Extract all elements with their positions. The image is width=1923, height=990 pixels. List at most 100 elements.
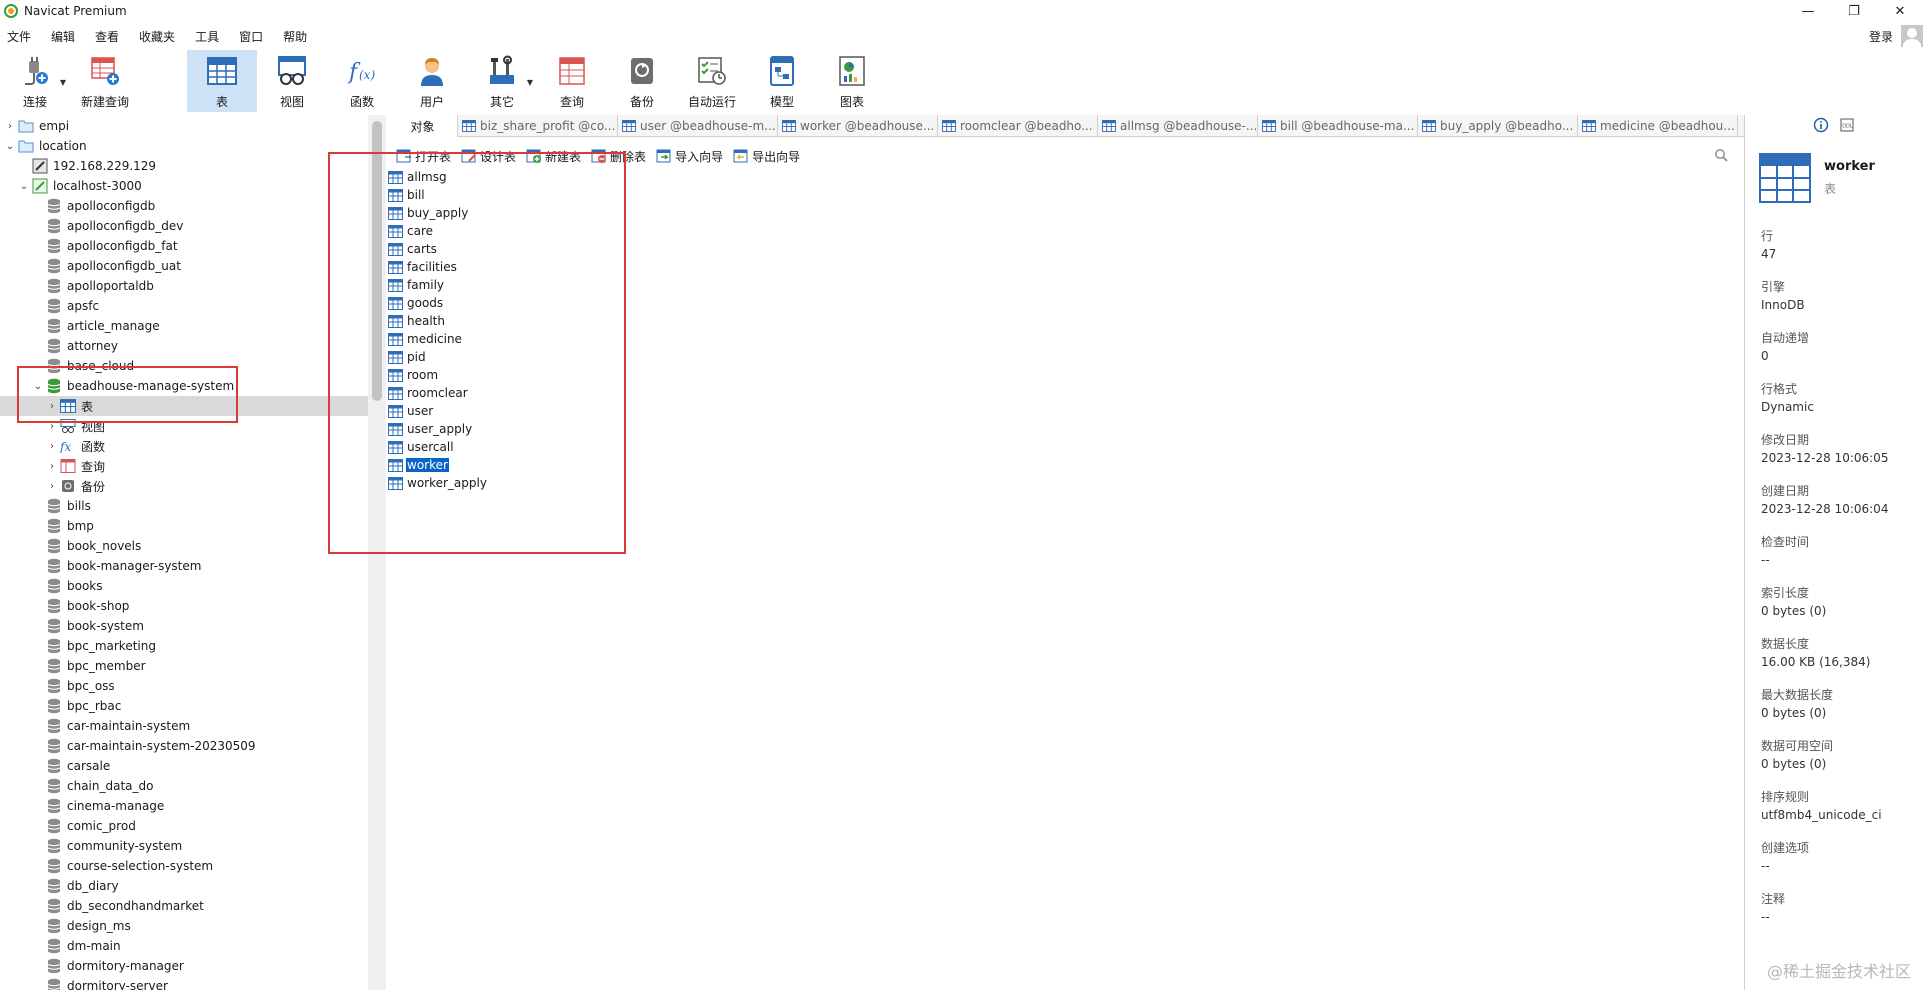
tab-table[interactable]: biz_share_profit @co... bbox=[458, 115, 618, 137]
tree-node[interactable]: apolloconfigdb bbox=[0, 196, 368, 216]
tree-node-label: books bbox=[67, 579, 103, 593]
tab-table[interactable]: worker @beadhouse... bbox=[778, 115, 938, 137]
tree-node[interactable]: carsale bbox=[0, 756, 368, 776]
tree-node[interactable]: apolloportaldb bbox=[0, 276, 368, 296]
tree-node[interactable]: ⌄ localhost-3000 bbox=[0, 176, 368, 196]
tree-node[interactable]: apolloconfigdb_fat bbox=[0, 236, 368, 256]
toolbar-button-label: 视图 bbox=[279, 95, 304, 109]
tree-expander-icon[interactable]: ⌄ bbox=[4, 141, 16, 152]
tab-table[interactable]: medicine @beadhou... bbox=[1578, 115, 1738, 137]
toolbar-button-function[interactable]: f (x) 函数 bbox=[327, 50, 397, 112]
tree-node[interactable]: design_ms bbox=[0, 916, 368, 936]
dropdown-arrow-icon[interactable]: ▼ bbox=[60, 78, 66, 87]
tree-node[interactable]: apolloconfigdb_uat bbox=[0, 256, 368, 276]
toolbar-button-label: 模型 bbox=[769, 95, 794, 109]
info-icon[interactable] bbox=[1813, 117, 1829, 136]
tab-table[interactable]: buy_apply @beadho... bbox=[1418, 115, 1578, 137]
export-wizard-button[interactable]: 导出向导 bbox=[729, 148, 806, 165]
tree-node[interactable]: dormitory-server bbox=[0, 976, 368, 990]
tree-node[interactable]: dormitory-manager bbox=[0, 956, 368, 976]
tree-node[interactable]: dm-main bbox=[0, 936, 368, 956]
tree-node[interactable]: car-maintain-system bbox=[0, 716, 368, 736]
info-fields: 行 47 引擎 InnoDB 自动递增 0 行格式 Dynamic 修改日期 2023-12-28… bbox=[1761, 227, 1888, 941]
toolbar-button-autorun[interactable]: 自动运行 bbox=[677, 50, 747, 112]
window-controls: — ❐ ✕ bbox=[1785, 0, 1923, 22]
tab-table[interactable]: roomclear @beadho... bbox=[938, 115, 1098, 137]
tree-node[interactable]: book_novels bbox=[0, 536, 368, 556]
toolbar-button-query[interactable]: 查询 bbox=[537, 50, 607, 112]
toolbar-button-user[interactable]: 用户 bbox=[397, 50, 467, 112]
tree-expander-icon[interactable]: › bbox=[46, 441, 58, 452]
tree-node[interactable]: db_secondhandmarket bbox=[0, 896, 368, 916]
ddl-icon[interactable]: DDL bbox=[1839, 117, 1855, 136]
tab-table[interactable]: user @beadhouse-m... bbox=[618, 115, 778, 137]
tree-node[interactable]: ⌄ location bbox=[0, 136, 368, 156]
toolbar-button-view[interactable]: 视图 bbox=[257, 50, 327, 112]
login-label[interactable]: 登录 bbox=[1869, 28, 1893, 45]
tab-label: user @beadhouse-m... bbox=[640, 119, 776, 133]
toolbar-button-new-query[interactable]: 新建查询 bbox=[70, 50, 140, 112]
db-icon bbox=[46, 958, 62, 974]
tree-node[interactable]: cinema-manage bbox=[0, 796, 368, 816]
login-area[interactable]: 登录 bbox=[1869, 25, 1923, 47]
menu-item[interactable]: 帮助 bbox=[276, 28, 320, 45]
tree-node[interactable]: apsfc bbox=[0, 296, 368, 316]
tree-node[interactable]: › 查询 bbox=[0, 456, 368, 476]
tree-node[interactable]: book-shop bbox=[0, 596, 368, 616]
search-icon[interactable] bbox=[1714, 148, 1728, 165]
tree-node[interactable]: 192.168.229.129 bbox=[0, 156, 368, 176]
tree-node[interactable]: course-selection-system bbox=[0, 856, 368, 876]
tree-node[interactable]: car-maintain-system-20230509 bbox=[0, 736, 368, 756]
import-wizard-button[interactable]: 导入向导 bbox=[652, 148, 729, 165]
tree-node[interactable]: › 备份 bbox=[0, 476, 368, 496]
close-button[interactable]: ✕ bbox=[1877, 0, 1923, 22]
tab-table[interactable]: bill @beadhouse-ma... bbox=[1258, 115, 1418, 137]
tree-node[interactable]: bpc_member bbox=[0, 656, 368, 676]
toolbar-button-chart[interactable]: 图表 bbox=[817, 50, 887, 112]
restore-button[interactable]: ❐ bbox=[1831, 0, 1877, 22]
menu-item[interactable]: 窗口 bbox=[232, 28, 276, 45]
tree-node[interactable]: › empi bbox=[0, 116, 368, 136]
minimize-button[interactable]: — bbox=[1785, 0, 1831, 22]
menu-item[interactable]: 编辑 bbox=[44, 28, 88, 45]
svg-text:(x): (x) bbox=[359, 68, 375, 82]
tree-node[interactable]: bmp bbox=[0, 516, 368, 536]
tree-expander-icon[interactable]: › bbox=[4, 121, 16, 132]
tab-table[interactable]: allmsg @beadhouse-... bbox=[1098, 115, 1258, 137]
tree-expander-icon[interactable]: › bbox=[46, 481, 58, 492]
tab-label: bill @beadhouse-ma... bbox=[1280, 119, 1415, 133]
tree-expander-icon[interactable]: › bbox=[46, 461, 58, 472]
table-icon bbox=[782, 120, 796, 132]
toolbar-button-label: 自动运行 bbox=[687, 95, 736, 109]
tab-objects[interactable]: 对象 bbox=[388, 115, 458, 137]
tree-node[interactable]: bpc_oss bbox=[0, 676, 368, 696]
dropdown-arrow-icon[interactable]: ▼ bbox=[527, 78, 533, 87]
tree-node[interactable]: books bbox=[0, 576, 368, 596]
menu-item[interactable]: 工具 bbox=[188, 28, 232, 45]
info-field: 最大数据长度 0 bytes (0) bbox=[1761, 686, 1888, 737]
menu-item[interactable]: 文件 bbox=[0, 28, 44, 45]
tree-node[interactable]: book-manager-system bbox=[0, 556, 368, 576]
menu-item[interactable]: 收藏夹 bbox=[132, 28, 188, 45]
tree-node[interactable]: bills bbox=[0, 496, 368, 516]
avatar[interactable] bbox=[1901, 25, 1923, 47]
tree-node[interactable]: bpc_rbac bbox=[0, 696, 368, 716]
tree-node[interactable]: article_manage bbox=[0, 316, 368, 336]
tree-node[interactable]: comic_prod bbox=[0, 816, 368, 836]
toolbar-button-model[interactable]: 模型 bbox=[747, 50, 817, 112]
toolbar-button-tools[interactable]: 其它 ▼ bbox=[467, 50, 537, 112]
toolbar-button-table[interactable]: 表 bbox=[187, 50, 257, 112]
tree-node[interactable]: chain_data_do bbox=[0, 776, 368, 796]
toolbar-button-plug[interactable]: 连接 ▼ bbox=[0, 50, 70, 112]
menu-item[interactable]: 查看 bbox=[88, 28, 132, 45]
tree-node[interactable]: book-system bbox=[0, 616, 368, 636]
tree-node[interactable]: bpc_marketing bbox=[0, 636, 368, 656]
tree-node[interactable]: apolloconfigdb_dev bbox=[0, 216, 368, 236]
tree-node[interactable]: › fx 函数 bbox=[0, 436, 368, 456]
tree-expander-icon[interactable]: ⌄ bbox=[18, 181, 30, 192]
info-field-key: 数据可用空间 bbox=[1761, 739, 1834, 753]
tree-node[interactable]: community-system bbox=[0, 836, 368, 856]
tree-node[interactable]: attorney bbox=[0, 336, 368, 356]
toolbar-button-backup[interactable]: 备份 bbox=[607, 50, 677, 112]
tree-node[interactable]: db_diary bbox=[0, 876, 368, 896]
